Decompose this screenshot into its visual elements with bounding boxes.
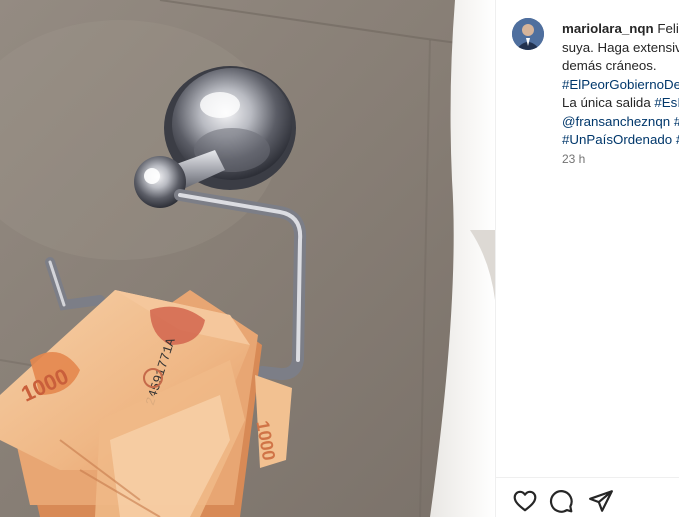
speech-bubble-icon: [550, 490, 573, 513]
caption-text: La única salida: [562, 95, 655, 110]
share-button[interactable]: [588, 488, 614, 514]
post-sidebar: mariolara_nqn Feliz suya. Haga extensiv …: [495, 0, 679, 517]
caption-line-2: suya. Haga extensiv: [562, 39, 679, 55]
caption-line-5: La única salida #EsI: [562, 94, 679, 113]
post-timestamp[interactable]: 23 h: [562, 152, 585, 166]
username-link[interactable]: mariolara_nqn: [562, 21, 654, 36]
hashtag-link[interactable]: #EsI: [654, 95, 679, 110]
post-image[interactable]: 1000 24591771A 1000: [0, 0, 495, 517]
caption-text: Feliz: [657, 21, 679, 36]
caption-line-1: mariolara_nqn Feliz: [562, 20, 679, 39]
caption-line-3: demás cráneos.: [562, 58, 657, 73]
avatar[interactable]: [512, 18, 544, 50]
profile-photo: [512, 18, 544, 50]
hashtag-link[interactable]: #UnPaísOrdenado #: [562, 131, 679, 150]
mention-link[interactable]: @fransancheznqn #: [562, 113, 679, 132]
comment-button[interactable]: [548, 488, 574, 514]
heart-outline-icon: [513, 490, 537, 512]
like-button[interactable]: [512, 488, 538, 514]
hashtag-link[interactable]: #ElPeorGobiernoDe: [562, 76, 679, 95]
divider: [496, 477, 679, 478]
post-caption: mariolara_nqn Feliz suya. Haga extensiv …: [562, 20, 679, 150]
post-photo: 1000 24591771A 1000: [0, 0, 495, 517]
paper-plane-icon: [589, 490, 613, 512]
